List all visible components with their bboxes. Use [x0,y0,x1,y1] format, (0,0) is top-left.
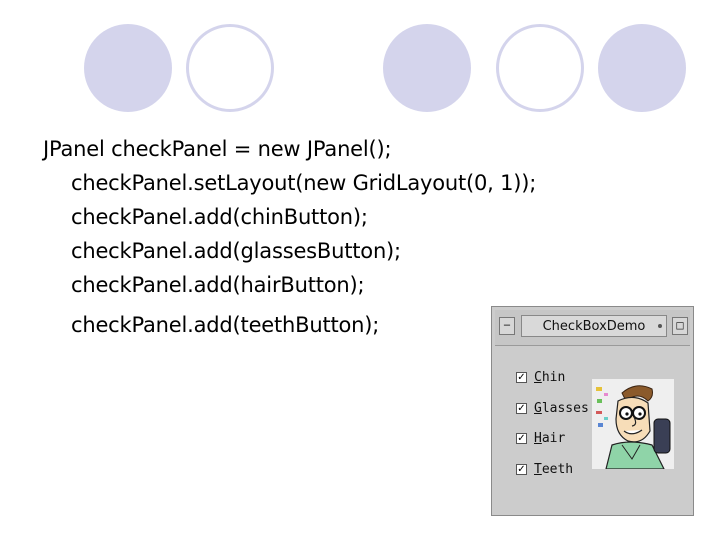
checkbox-chin[interactable]: ✓ Chin [516,367,565,387]
cartoon-face [615,396,651,443]
checkbox-teeth-text: eeth [541,461,574,477]
checkbox-chin-box[interactable]: ✓ [516,371,527,383]
checkbox-glasses[interactable]: ✓ Glasses [516,398,589,418]
decor-circle-4 [496,24,584,112]
checkbox-hair-mnemonic: H [534,430,542,446]
checkbox-teeth-box[interactable]: ✓ [516,463,527,475]
checkbox-hair-label: Hair [534,431,565,446]
checkbox-teeth[interactable]: ✓ Teeth [516,459,573,479]
code-line-3: checkPanel.add(chinButton); [71,205,368,229]
decor-circle-5 [598,24,686,112]
cartoon-face-icon [592,379,674,469]
window-menu-icon[interactable]: − [499,317,515,335]
checkbox-teeth-mnemonic: T [534,461,542,477]
checkbox-hair-box[interactable]: ✓ [516,432,527,444]
checkbox-chin-mnemonic: C [534,369,542,385]
maximize-icon[interactable]: □ [672,317,688,335]
code-line-6: checkPanel.add(teethButton); [71,313,380,337]
decor-circle-2 [186,24,274,112]
checkbox-glasses-box[interactable]: ✓ [516,402,527,414]
checkbox-hair-text: air [541,430,566,446]
window-titlebar[interactable]: − CheckBoxDemo □ [495,310,690,346]
checkbox-chin-text: hin [541,369,566,385]
checkbox-glasses-mnemonic: G [534,400,542,416]
checkbox-glasses-text: lasses [541,400,589,416]
decor-circle-1 [84,24,172,112]
code-line-5: checkPanel.add(hairButton); [71,273,365,297]
checkbox-hair[interactable]: ✓ Hair [516,428,565,448]
code-line-1: JPanel checkPanel = new JPanel(); [43,137,392,161]
minimize-icon[interactable] [658,324,662,328]
window-title: CheckBoxDemo [521,315,667,337]
checkbox-chin-label: Chin [534,370,565,385]
code-line-4: checkPanel.add(glassesButton); [71,239,401,263]
checkbox-teeth-label: Teeth [534,462,573,477]
code-line-2: checkPanel.setLayout(new GridLayout(0, 1… [71,171,537,195]
checkbox-glasses-label: Glasses [534,401,589,416]
decor-circle-3 [383,24,471,112]
window-title-text: CheckBoxDemo [542,318,646,334]
checkboxdemo-window: − CheckBoxDemo □ ✓ Chin ✓ Glasses ✓ Hair… [491,306,694,516]
